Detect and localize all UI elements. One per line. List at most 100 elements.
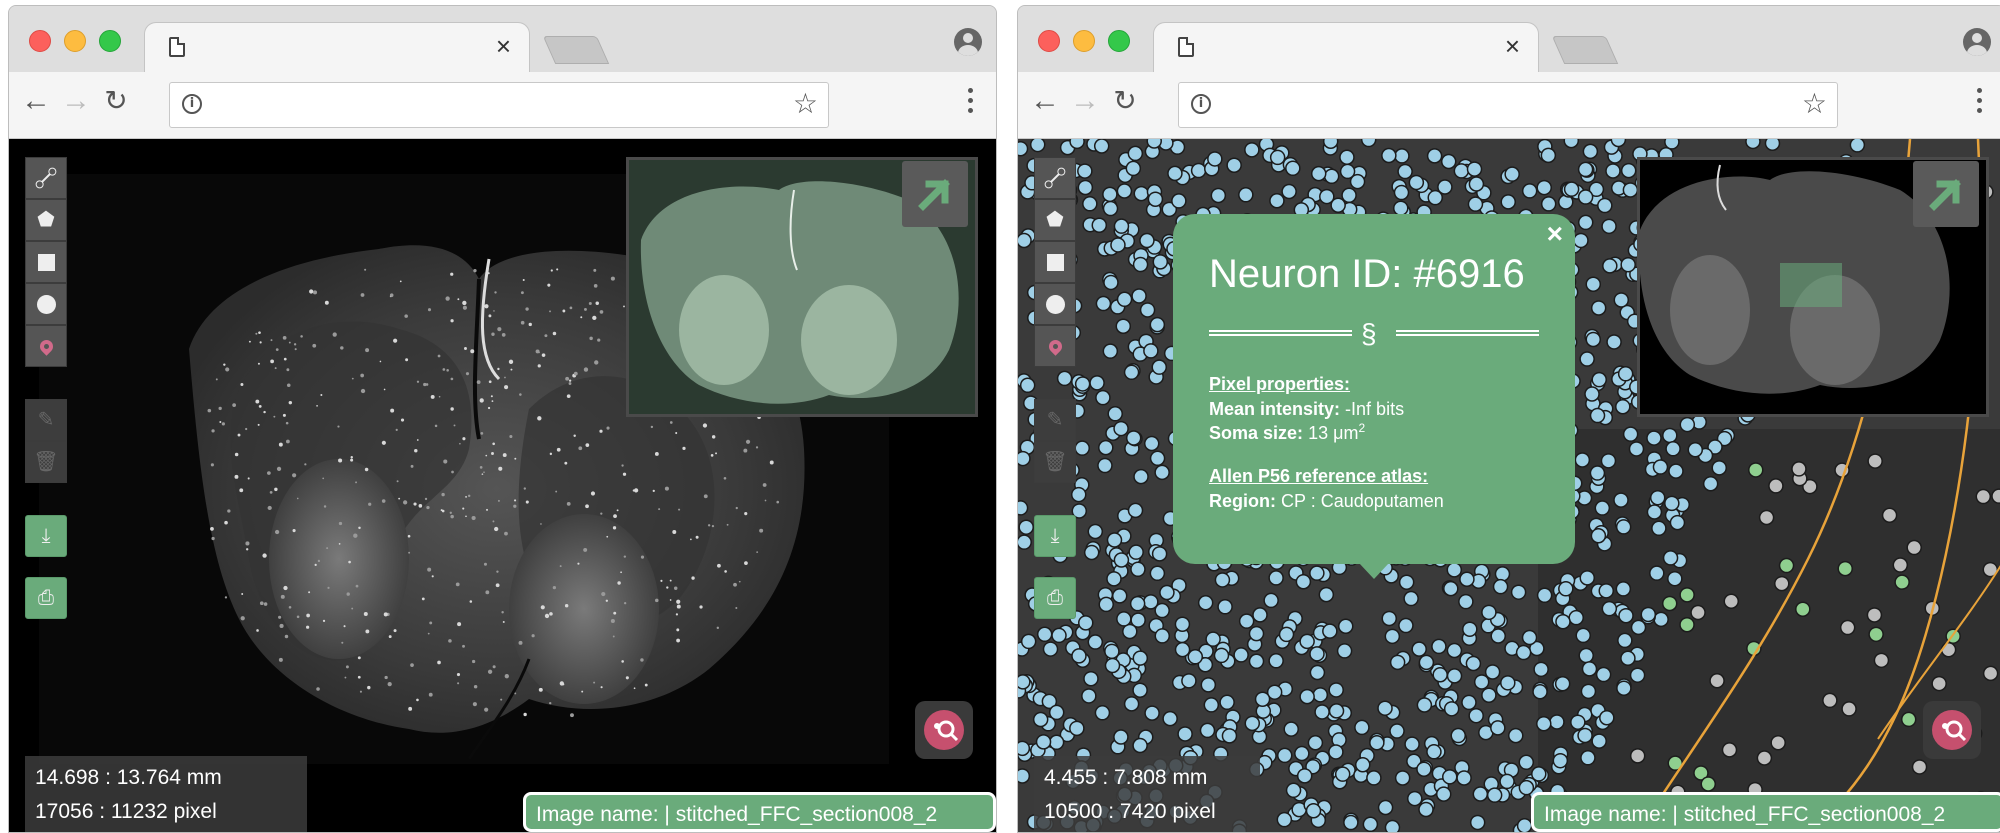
neuron-marker[interactable] [1646, 430, 1662, 446]
neuron-marker[interactable] [1349, 173, 1366, 190]
neuron-marker[interactable] [1640, 606, 1657, 623]
draw-line-tool[interactable] [1034, 157, 1076, 199]
neuron-marker[interactable] [1221, 728, 1238, 744]
neuron-marker[interactable] [1151, 359, 1168, 375]
neuron-marker[interactable] [1328, 744, 1344, 760]
neuron-marker[interactable] [1125, 160, 1142, 177]
neuron-marker[interactable] [1278, 626, 1295, 643]
neuron-marker[interactable] [1187, 649, 1204, 665]
neuron-marker[interactable] [1575, 627, 1591, 644]
neuron-marker[interactable] [1384, 819, 1401, 832]
neuron-marker[interactable] [1154, 602, 1170, 619]
neuron-marker[interactable] [1281, 183, 1297, 200]
neuron-marker[interactable] [1490, 720, 1506, 736]
neuron-marker[interactable] [1377, 799, 1394, 816]
neuron-marker[interactable] [1020, 633, 1037, 650]
neuron-marker[interactable] [1217, 599, 1233, 615]
draw-rectangle-tool[interactable] [25, 241, 67, 283]
reload-button[interactable]: ↻ [1110, 86, 1140, 116]
neuron-marker[interactable] [1442, 769, 1458, 785]
neuron-marker[interactable] [1094, 705, 1111, 721]
neuron-marker[interactable] [1248, 653, 1265, 670]
neuron-marker[interactable] [1113, 552, 1130, 568]
neuron-marker[interactable] [1756, 750, 1773, 766]
neuron-marker[interactable] [1758, 509, 1775, 526]
neuron-marker[interactable] [1591, 371, 1607, 388]
neuron-marker[interactable] [1398, 617, 1414, 634]
neuron-marker[interactable] [1577, 214, 1594, 231]
neuron-marker[interactable] [1700, 776, 1717, 792]
neuron-marker[interactable] [1048, 704, 1065, 721]
neuron-marker[interactable] [1568, 609, 1584, 626]
neuron-marker[interactable] [1518, 754, 1535, 771]
neuron-marker[interactable] [1510, 584, 1527, 600]
neuron-marker[interactable] [1143, 435, 1160, 452]
neuron-marker[interactable] [1791, 461, 1807, 477]
neuron-marker[interactable] [1035, 734, 1052, 750]
neuron-marker[interactable] [1328, 703, 1345, 719]
bookmark-star-icon[interactable]: ☆ [793, 89, 818, 119]
neuron-marker[interactable] [1403, 590, 1419, 607]
neuron-marker[interactable] [1103, 274, 1119, 291]
neuron-marker[interactable] [1381, 147, 1397, 164]
neuron-marker[interactable] [1093, 139, 1110, 154]
neuron-marker[interactable] [1299, 633, 1315, 650]
neuron-marker[interactable] [1106, 571, 1122, 587]
neuron-marker[interactable] [1662, 427, 1678, 444]
draw-polygon-tool[interactable]: ⬟ [25, 199, 67, 241]
neuron-marker[interactable] [1018, 768, 1031, 784]
neuron-marker[interactable] [1613, 492, 1629, 508]
neuron-marker[interactable] [1618, 607, 1634, 624]
neuron-marker[interactable] [1144, 705, 1160, 721]
neuron-marker[interactable] [1504, 166, 1520, 182]
neuron-marker[interactable] [1911, 759, 1928, 775]
neuron-marker[interactable] [1601, 600, 1618, 617]
neuron-marker[interactable] [1113, 729, 1129, 745]
neuron-marker[interactable] [1563, 139, 1580, 149]
neuron-marker[interactable] [1018, 500, 1029, 516]
neuron-marker[interactable] [1431, 638, 1447, 655]
neuron-marker[interactable] [1406, 790, 1423, 807]
neuron-marker[interactable] [1570, 714, 1586, 730]
neuron-marker[interactable] [1107, 406, 1123, 422]
neuron-marker[interactable] [1071, 648, 1087, 664]
neuron-marker[interactable] [1432, 666, 1448, 683]
neuron-marker[interactable] [1574, 452, 1591, 468]
neuron-marker[interactable] [1774, 575, 1790, 592]
neuron-marker[interactable] [1070, 486, 1087, 503]
neuron-marker[interactable] [1661, 595, 1678, 612]
neuron-marker[interactable] [1667, 570, 1683, 587]
edit-tool[interactable]: ✎ [25, 399, 67, 441]
neuron-marker[interactable] [1721, 742, 1738, 758]
back-button[interactable]: ← [1030, 86, 1060, 116]
neuron-marker[interactable] [1906, 539, 1922, 556]
neuron-marker[interactable] [1768, 478, 1784, 494]
neuron-marker[interactable] [1177, 726, 1193, 742]
neuron-marker[interactable] [1664, 139, 1680, 150]
neuron-marker[interactable] [1579, 351, 1595, 367]
neuron-marker[interactable] [1095, 295, 1112, 312]
neuron-marker[interactable] [1213, 647, 1230, 664]
neuron-marker[interactable] [1418, 654, 1435, 671]
neuron-marker[interactable] [1069, 720, 1085, 737]
neuron-marker[interactable] [1690, 604, 1706, 621]
minimize-window-button[interactable] [1073, 30, 1095, 52]
neuron-marker[interactable] [1615, 581, 1632, 597]
neuron-marker[interactable] [1602, 258, 1618, 274]
neuron-marker[interactable] [1019, 377, 1036, 394]
neuron-marker[interactable] [1795, 601, 1811, 617]
neuron-marker[interactable] [1343, 814, 1359, 831]
browser-tab[interactable]: × [1153, 22, 1539, 75]
neuron-marker[interactable] [1283, 721, 1299, 737]
neuron-marker[interactable] [1082, 196, 1098, 212]
profile-icon[interactable] [1963, 28, 1991, 56]
neuron-marker[interactable] [1492, 578, 1509, 595]
neuron-marker[interactable] [1458, 593, 1474, 610]
neuron-marker[interactable] [1589, 407, 1606, 424]
neuron-marker[interactable] [1139, 302, 1156, 318]
neuron-marker[interactable] [1404, 736, 1420, 752]
neuron-marker[interactable] [1894, 574, 1910, 590]
neuron-marker[interactable] [1991, 488, 2000, 504]
neuron-marker[interactable] [1450, 727, 1466, 744]
neuron-marker[interactable] [1873, 652, 1890, 669]
